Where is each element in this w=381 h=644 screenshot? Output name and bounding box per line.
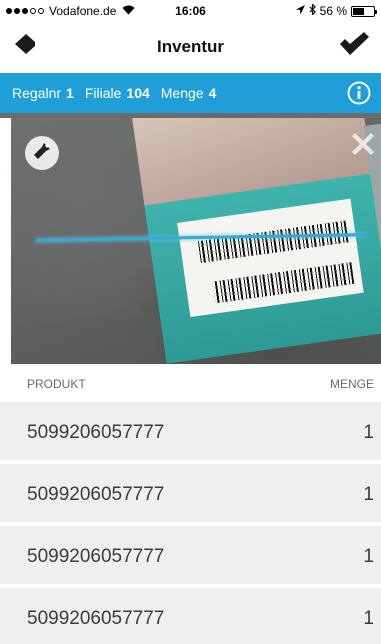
regalnr-label: Regalnr bbox=[12, 85, 62, 101]
filiale-label: Filiale bbox=[84, 85, 122, 101]
info-icon bbox=[347, 81, 371, 108]
list-item[interactable]: 5099206057777 1 bbox=[0, 402, 381, 460]
navigation-bar: Inventur bbox=[0, 22, 381, 70]
column-header-product: PRODUKT bbox=[27, 377, 86, 391]
regalnr-value: 1 bbox=[66, 85, 74, 101]
confirm-button[interactable] bbox=[337, 31, 371, 61]
page-title: Inventur bbox=[156, 37, 225, 56]
inventory-info-bar: Regalnr 1 Filiale 104 Menge 4 bbox=[0, 73, 381, 113]
product-quantity: 1 bbox=[363, 422, 374, 443]
menge-value: 4 bbox=[208, 85, 217, 101]
list-item[interactable]: 5099206057777 1 bbox=[0, 522, 381, 584]
close-icon bbox=[351, 132, 375, 161]
product-code: 5099206057777 bbox=[27, 422, 165, 443]
checkmark-icon bbox=[338, 31, 370, 61]
product-quantity: 1 bbox=[363, 608, 374, 629]
location-icon bbox=[295, 4, 305, 18]
product-box-image bbox=[132, 118, 381, 364]
product-quantity: 1 bbox=[363, 546, 374, 567]
list-item[interactable]: 5099206057777 1 bbox=[0, 460, 381, 522]
info-button[interactable] bbox=[347, 81, 371, 105]
filiale-value: 104 bbox=[126, 85, 150, 101]
bluetooth-icon bbox=[309, 3, 316, 18]
scanned-products-list: 5099206057777 1 5099206057777 1 50992060… bbox=[0, 402, 381, 644]
battery-percentage: 56 % bbox=[319, 4, 347, 18]
list-header: PRODUKT MENGE bbox=[0, 364, 381, 402]
battery-icon bbox=[351, 5, 377, 17]
barcode-camera-preview[interactable] bbox=[11, 118, 381, 364]
column-header-quantity: MENGE bbox=[329, 377, 374, 391]
product-code: 5099206057777 bbox=[27, 546, 165, 567]
flashlight-icon bbox=[32, 141, 52, 166]
status-bar: Vodafone.de 16:06 56 % bbox=[0, 0, 381, 22]
product-code: 5099206057777 bbox=[27, 484, 165, 505]
product-quantity: 1 bbox=[363, 484, 374, 505]
battery-level bbox=[353, 7, 365, 15]
flashlight-button[interactable] bbox=[25, 136, 59, 170]
list-item[interactable]: 5099206057777 1 bbox=[0, 584, 381, 644]
menge-label: Menge bbox=[160, 85, 204, 101]
product-code: 5099206057777 bbox=[27, 608, 165, 629]
close-camera-button[interactable] bbox=[349, 132, 377, 160]
